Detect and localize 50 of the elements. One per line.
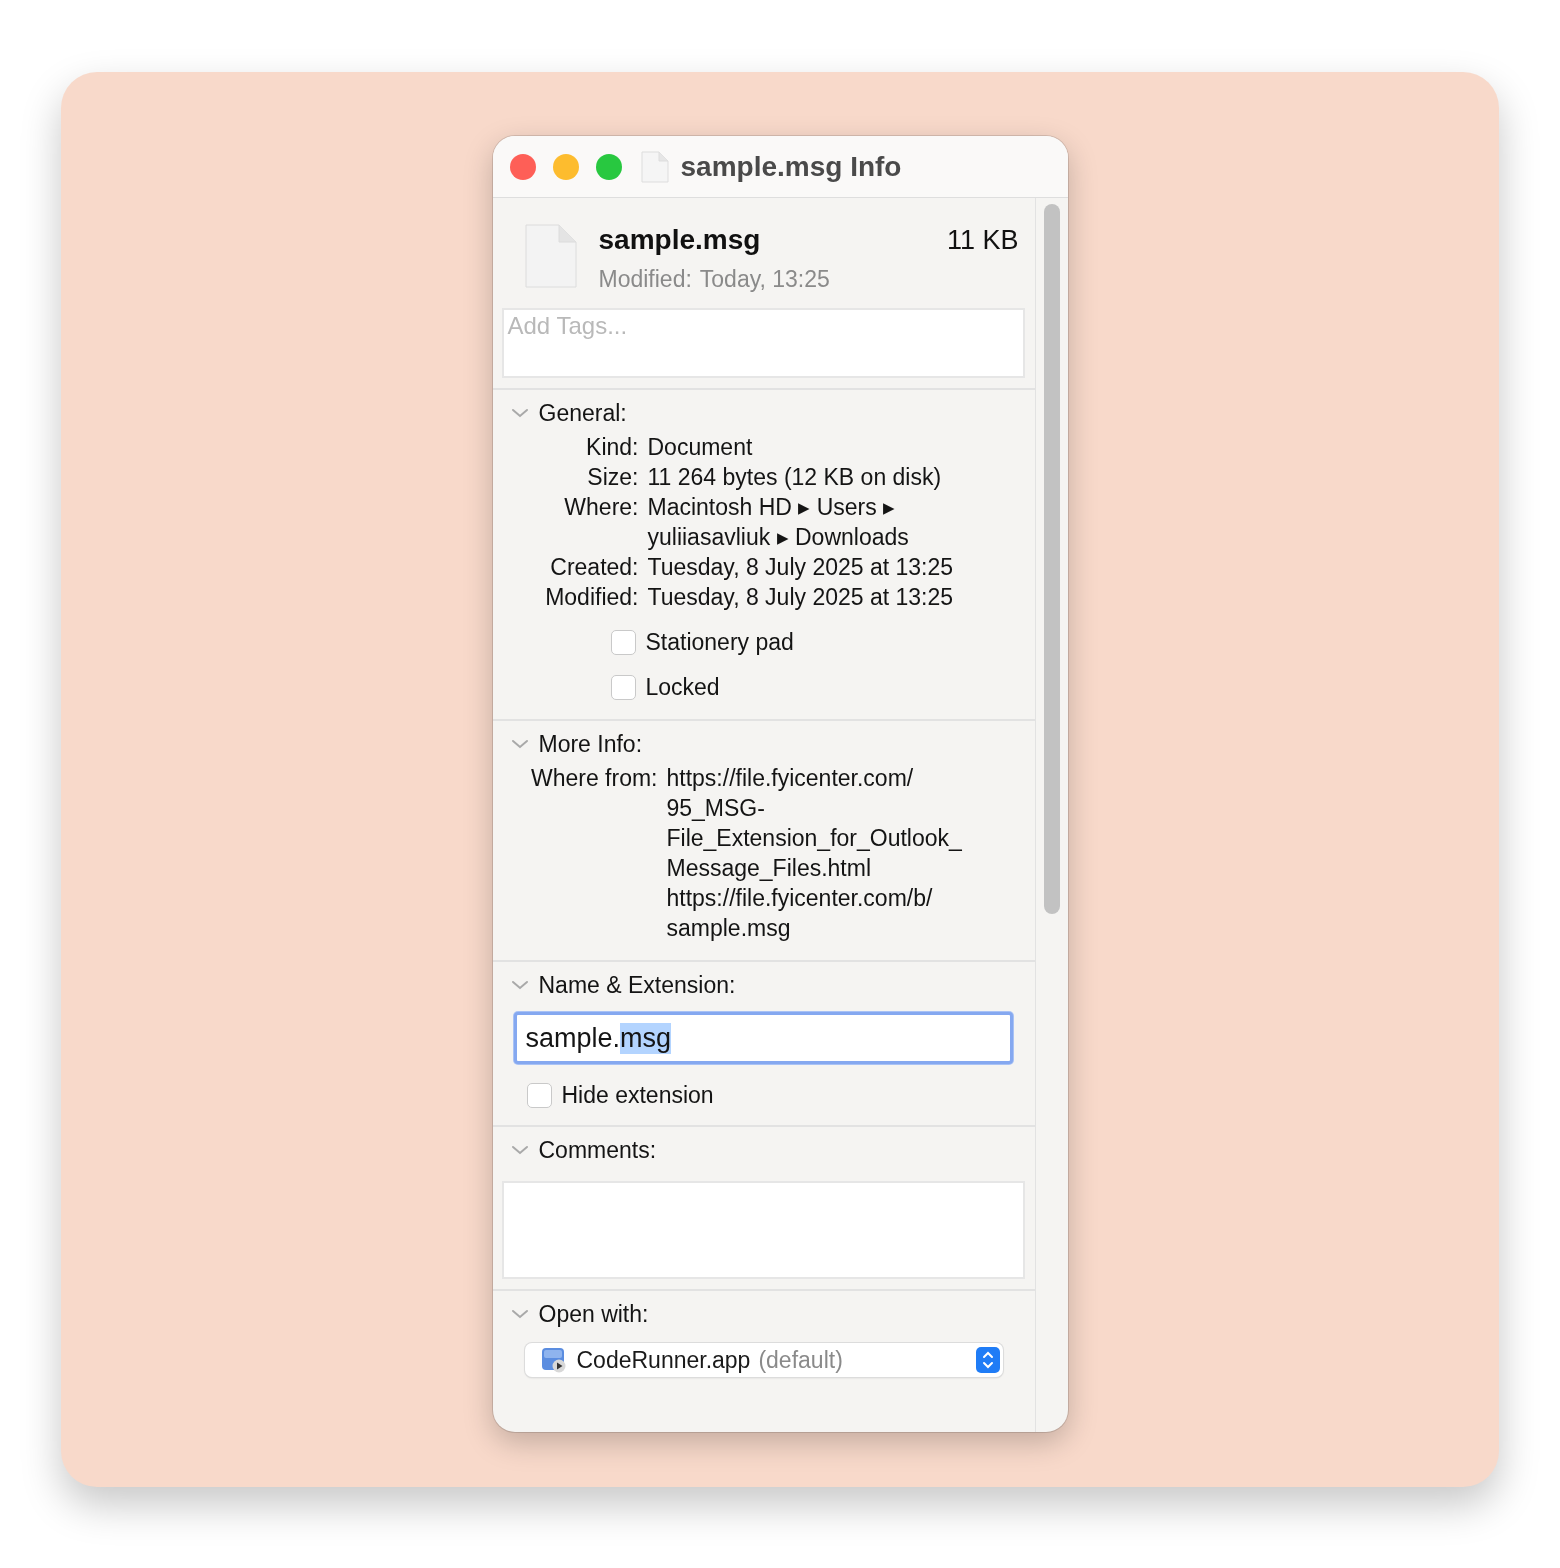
field-value: yuliiasavliuk ▸ Downloads xyxy=(647,526,910,549)
field-value: Document xyxy=(647,436,754,459)
modified-label: Modified: xyxy=(598,266,692,293)
field-value: 11 264 bytes (12 KB on disk) xyxy=(647,466,943,489)
checkbox-label[interactable]: Hide extension xyxy=(561,1082,714,1109)
chevron-icon[interactable] xyxy=(510,407,529,419)
field-value: https://file.fyicenter.com/b/ xyxy=(666,887,934,910)
app-icon xyxy=(540,1347,567,1373)
field-label: Modified: xyxy=(544,586,639,609)
app-popup[interactable]: CodeRunner.app (default) xyxy=(524,1343,1003,1377)
field-value: https://file.fyicenter.com/ xyxy=(666,767,915,790)
file-size: 11 KB xyxy=(946,225,1019,256)
scrollbar[interactable] xyxy=(1043,204,1060,914)
name-field[interactable]: sample.msg xyxy=(513,1012,1013,1064)
tags-field[interactable]: Add Tags... xyxy=(501,308,1025,378)
checkbox[interactable] xyxy=(610,630,636,655)
field-value: sample.msg xyxy=(666,917,792,940)
minimize-button[interactable] xyxy=(552,153,579,180)
section-title[interactable]: Comments: xyxy=(538,1136,657,1164)
field-label: Where from: xyxy=(529,767,658,793)
chevron-icon[interactable] xyxy=(510,979,529,991)
close-button[interactable] xyxy=(509,153,536,180)
document-icon xyxy=(640,150,669,183)
checkbox[interactable] xyxy=(526,1083,552,1108)
section-title[interactable]: More Info: xyxy=(538,730,643,758)
file-name: sample.msg xyxy=(598,224,761,256)
field-label: Created: xyxy=(549,556,639,579)
section-title[interactable]: General: xyxy=(538,399,627,427)
field-value: Message_Files.html xyxy=(666,857,873,880)
field-value: 95_MSG- xyxy=(666,797,766,820)
zoom-button[interactable] xyxy=(595,153,622,180)
field-value: Tuesday, 8 July 2025 at 13:25 xyxy=(647,556,954,579)
window-title: sample.msg Info xyxy=(680,150,902,183)
comments-field[interactable] xyxy=(501,1181,1025,1279)
field-value: File_Extension_for_Outlook_ xyxy=(666,827,962,850)
field-label: Size: xyxy=(586,466,639,489)
field-label: Kind: xyxy=(585,436,639,459)
field-value: Macintosh HD ▸ Users ▸ xyxy=(647,496,897,519)
chevron-icon[interactable] xyxy=(510,738,529,750)
checkbox-label[interactable]: Locked xyxy=(645,674,720,701)
chevron-icon[interactable] xyxy=(510,1144,529,1156)
field-label: Where: xyxy=(563,496,639,522)
field-value: Tuesday, 8 July 2025 at 13:25 xyxy=(647,586,954,609)
stepper-icon xyxy=(975,1347,1000,1373)
chevron-icon[interactable] xyxy=(510,1308,529,1320)
modified-value: Today, 13:25 xyxy=(699,266,830,293)
section-title[interactable]: Name & Extension: xyxy=(538,971,736,999)
checkbox[interactable] xyxy=(610,675,636,700)
section-title[interactable]: Open with: xyxy=(538,1300,649,1328)
checkbox-label[interactable]: Stationery pad xyxy=(645,629,794,656)
